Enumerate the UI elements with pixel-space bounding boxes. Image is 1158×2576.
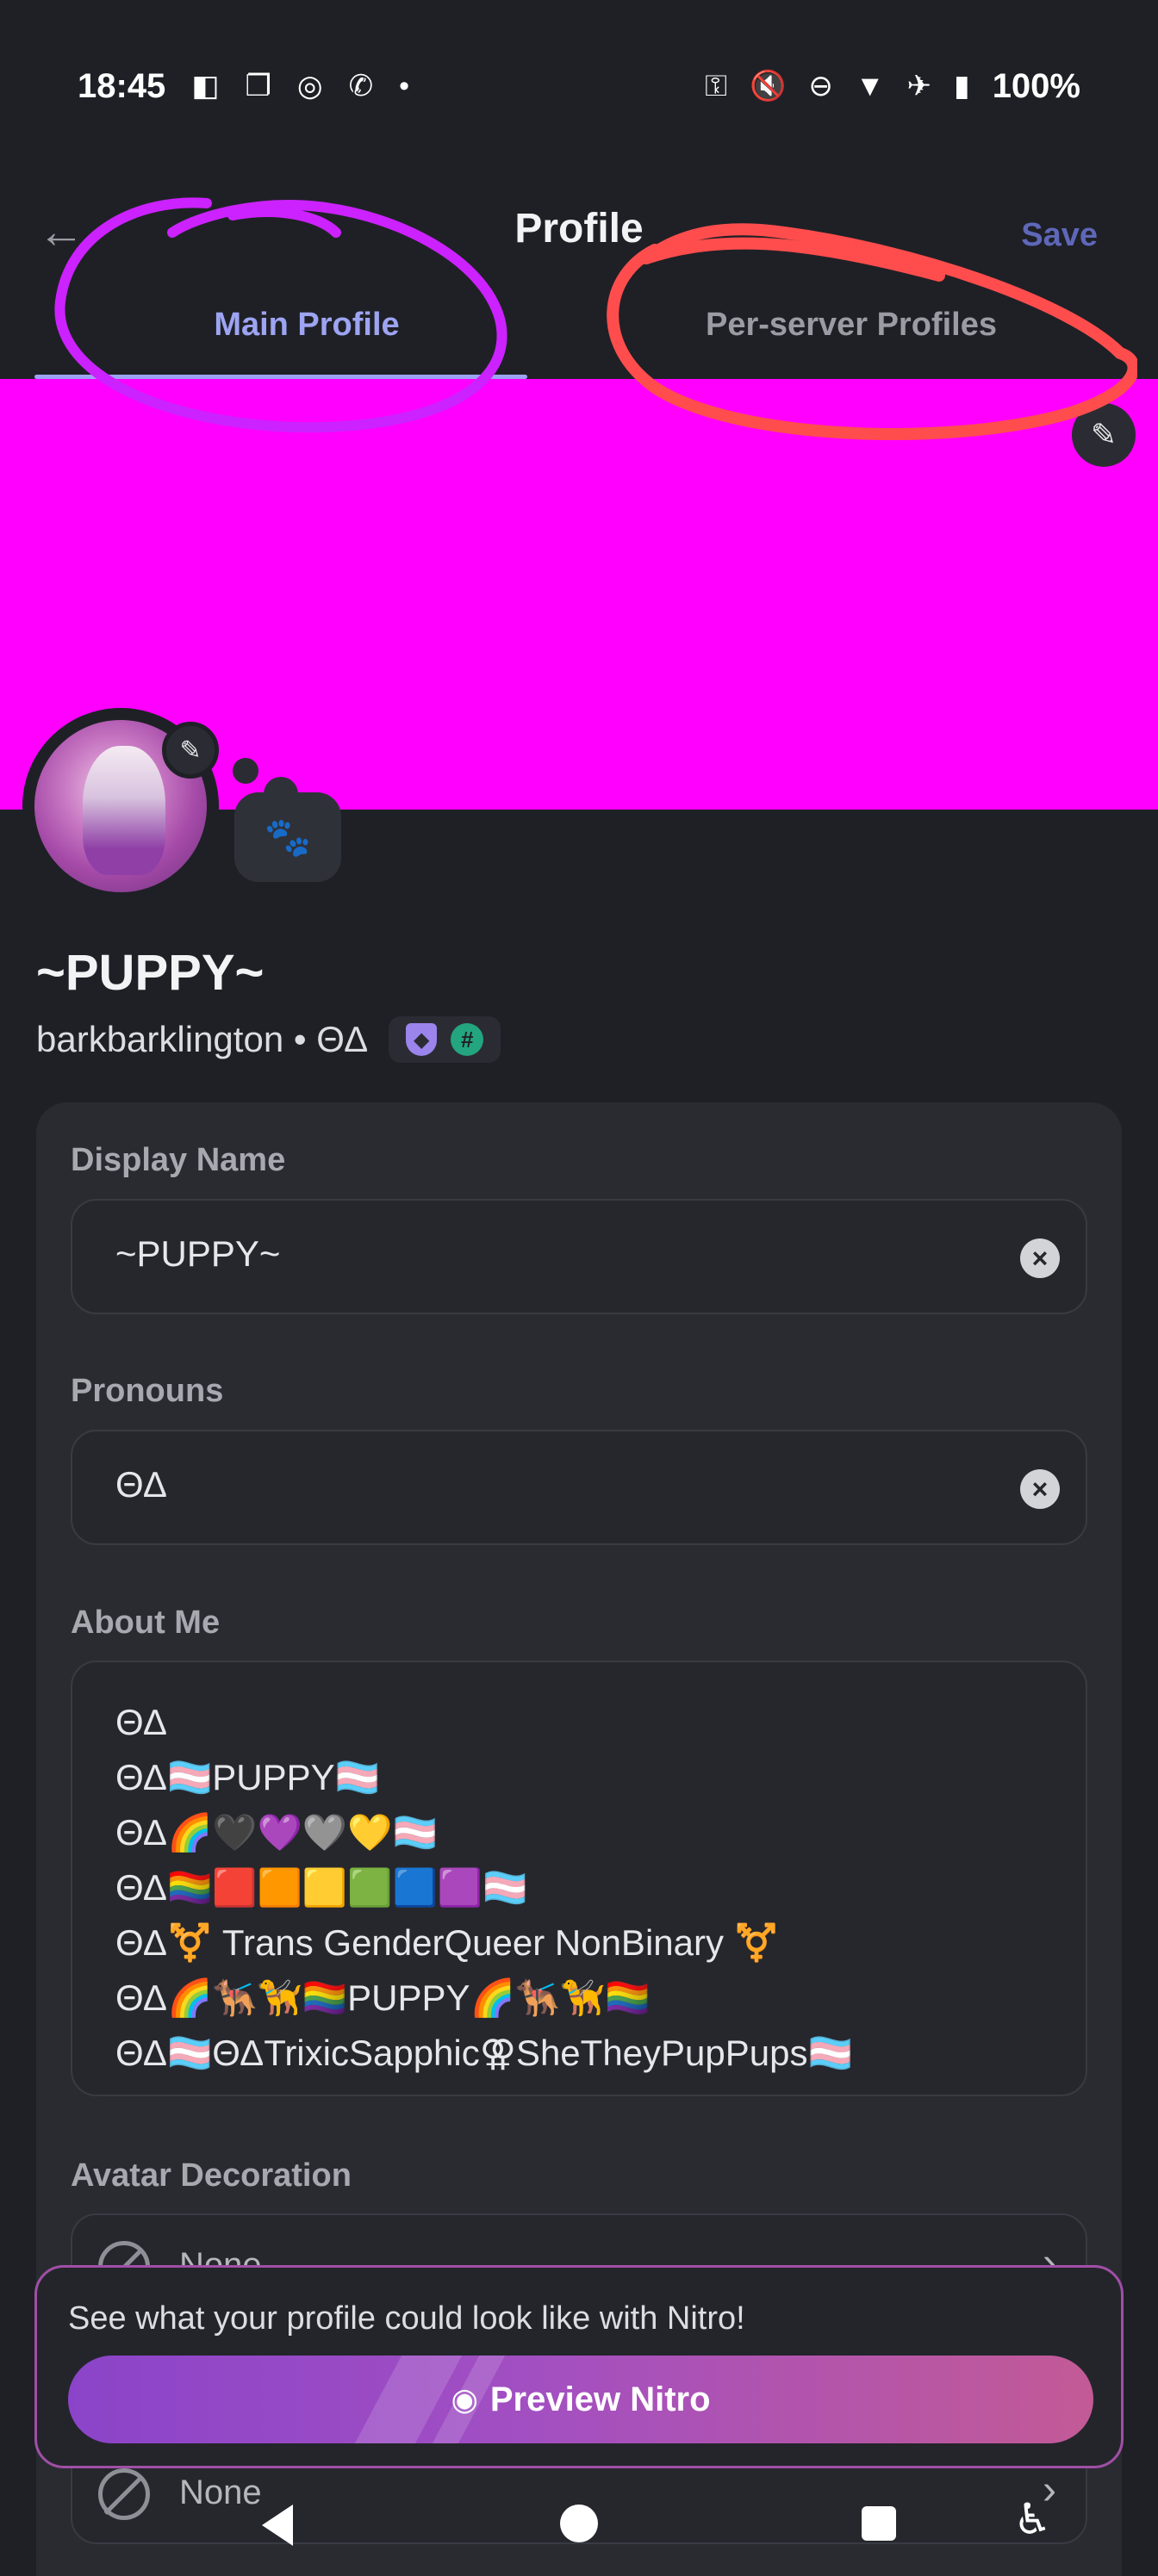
avatar-edit-button[interactable]: ✎ — [162, 722, 219, 779]
tab-main-profile[interactable]: Main Profile — [34, 293, 579, 379]
system-nav-bar: ♿ — [0, 2489, 1158, 2576]
about-me-field[interactable]: ΘΔ ΘΔ🏳️‍⚧️PUPPY🏳️‍⚧️ ΘΔ🌈🖤💜🩶💛🏳️‍⚧️ ΘΔ🏳️‍🌈… — [71, 1660, 1087, 2096]
screen-icon: ❐ — [245, 70, 271, 102]
pronouns-value: ΘΔ — [115, 1464, 167, 1505]
battery-level: 100% — [992, 66, 1080, 105]
about-me-text: ΘΔ ΘΔ🏳️‍⚧️PUPPY🏳️‍⚧️ ΘΔ🌈🖤💜🩶💛🏳️‍⚧️ ΘΔ🏳️‍🌈… — [115, 1695, 853, 2081]
username-row: barkbarklington • ΘΔ ◆ # — [36, 1016, 501, 1063]
badges[interactable]: ◆ # — [389, 1016, 501, 1063]
accessibility-icon[interactable]: ♿ — [1013, 2494, 1052, 2544]
profile-display-name: ~PUPPY~ — [36, 945, 265, 1001]
about-line: ΘΔ⚧️ Trans GenderQueer NonBinary ⚧️ — [115, 1922, 779, 1963]
display-name-label: Display Name — [71, 1142, 286, 1178]
page-title: Profile — [514, 206, 644, 251]
clock: 18:45 — [78, 66, 166, 105]
dot-icon: • — [399, 69, 409, 102]
about-line: ΘΔ🌈🐕‍🦺🦮🏳️‍🌈PUPPY🌈🐕‍🦺🦮🏳️‍🌈 — [115, 1977, 651, 2018]
nav-recents-icon[interactable] — [862, 2506, 896, 2541]
battery-icon: ▮ — [953, 70, 970, 102]
status-left: 18:45 ◧ ❐ ◎ ✆ • — [78, 67, 409, 106]
status-right: ⚿ 🔇 ⊖ ▼ ✈ ▮ 100% — [705, 67, 1080, 106]
display-name-value: ~PUPPY~ — [115, 1233, 281, 1274]
about-line: ΘΔ🏳️‍⚧️PUPPY🏳️‍⚧️ — [115, 1757, 380, 1797]
nav-home-icon[interactable] — [560, 2505, 598, 2542]
avatar-character — [83, 746, 165, 875]
about-line: ΘΔ🏳️‍⚧️ΘΔTrixicSapphic⚢SheTheyPupPups🏳️‍… — [115, 2033, 853, 2073]
preview-nitro-label: Preview Nitro — [489, 2380, 711, 2418]
switch-icon: ◧ — [191, 70, 220, 102]
airplane-icon: ✈ — [906, 70, 931, 102]
key-icon: ⚿ — [705, 69, 727, 102]
nav-back-icon[interactable] — [262, 2505, 293, 2546]
pronouns-field[interactable]: ΘΔ × — [71, 1430, 1087, 1545]
status-bar: 18:45 ◧ ❐ ◎ ✆ • ⚿ 🔇 ⊖ ▼ ✈ ▮ 100% — [0, 0, 1158, 172]
clear-display-name-button[interactable]: × — [1020, 1238, 1060, 1278]
pronouns-label: Pronouns — [71, 1373, 224, 1409]
pencil-icon: ✎ — [1090, 417, 1118, 452]
about-line: ΘΔ🏳️‍🌈🟥🟧🟨🟩🟦🟪🏳️‍⚧️ — [115, 1867, 528, 1908]
paw-icon: 🐾 — [264, 816, 312, 859]
about-line: ΘΔ🌈🖤💜🩶💛🏳️‍⚧️ — [115, 1812, 438, 1853]
call-icon: ✆ — [348, 70, 374, 102]
profile-tabs: Main Profile Per-server Profiles — [34, 293, 1124, 379]
chrome-icon: ◎ — [296, 70, 323, 102]
wifi-icon: ▼ — [855, 69, 885, 102]
avatar-decoration-label: Avatar Decoration — [71, 2157, 352, 2194]
about-line: ΘΔ — [115, 1702, 167, 1742]
save-button[interactable]: Save — [1021, 217, 1098, 254]
status-bubble-tail — [233, 758, 258, 784]
mute-icon: 🔇 — [749, 70, 787, 102]
pencil-icon: ✎ — [179, 736, 202, 765]
dnd-icon: ⊖ — [808, 70, 833, 102]
nitro-preview-popup: See what your profile could look like wi… — [34, 2265, 1124, 2468]
banner-edit-button[interactable]: ✎ — [1072, 403, 1136, 467]
custom-status-bubble[interactable]: 🐾 — [234, 792, 341, 882]
header: ← Profile Save — [0, 198, 1158, 267]
hypesquad-badge-icon: ◆ — [406, 1023, 438, 1056]
preview-nitro-button[interactable]: ◉ Preview Nitro — [68, 2356, 1093, 2443]
nitro-popup-text: See what your profile could look like wi… — [68, 2300, 745, 2337]
tab-per-server-profiles[interactable]: Per-server Profiles — [579, 293, 1124, 379]
username-pronouns: barkbarklington • ΘΔ — [36, 1019, 369, 1059]
about-me-label: About Me — [71, 1605, 221, 1641]
display-name-field[interactable]: ~PUPPY~ × — [71, 1199, 1087, 1314]
hash-badge-icon: # — [451, 1023, 484, 1056]
clear-pronouns-button[interactable]: × — [1020, 1469, 1060, 1509]
